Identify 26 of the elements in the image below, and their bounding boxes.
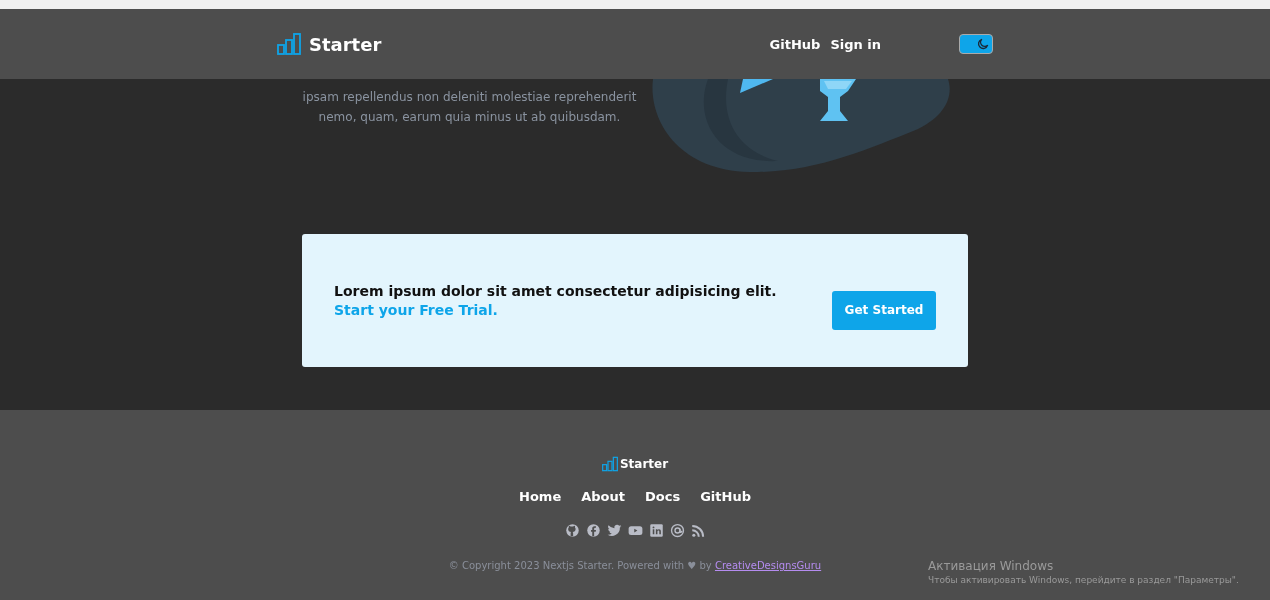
- copyright-text: © Copyright 2023 Nextjs Starter. Powered with ♥ by: [448, 560, 713, 571]
- play-icon[interactable]: [627, 523, 643, 538]
- activation-text: Чтобы активировать Windows, перейдите в раздел "Параметры".: [928, 575, 1239, 585]
- at-sign-icon[interactable]: [669, 523, 685, 538]
- nav-link[interactable]: Sign in: [830, 36, 881, 52]
- linkedin-icon[interactable]: [648, 523, 664, 538]
- footer-link[interactable]: Home: [519, 489, 562, 504]
- logo-text[interactable]: Starter: [309, 33, 382, 55]
- activation-title: Активация Windows: [928, 559, 1055, 573]
- footer-link[interactable]: About: [581, 489, 625, 504]
- rss-icon[interactable]: [690, 523, 706, 538]
- hero-text-line: ipsam repellendus non deleniti molestiae reprehenderit: [302, 90, 637, 104]
- bar-chart-icon: [601, 456, 618, 472]
- cta-heading: Lorem ipsum dolor sit amet consectetur adipisicing elit.: [334, 283, 777, 299]
- footer-link[interactable]: GitHub: [700, 489, 751, 504]
- footer-logo-text[interactable]: Starter: [619, 457, 669, 471]
- footer-link[interactable]: Docs: [645, 489, 681, 504]
- bar-chart-icon: [277, 32, 301, 56]
- theme-toggle[interactable]: [959, 34, 993, 54]
- github-icon[interactable]: [564, 523, 580, 538]
- bird-icon[interactable]: [606, 523, 622, 538]
- nav-link[interactable]: GitHub: [769, 36, 821, 52]
- cta-subheading: Start your Free Trial.: [334, 302, 499, 318]
- moon-icon: [976, 37, 990, 51]
- hero-text-line: nemo, quam, earum quia minus ut ab quibusdam.: [318, 110, 621, 124]
- facebook-icon[interactable]: [585, 523, 601, 538]
